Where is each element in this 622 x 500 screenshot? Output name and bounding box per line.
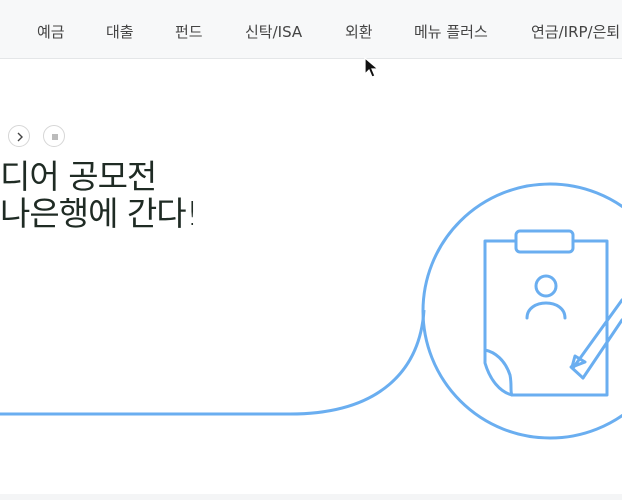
- stop-icon: [52, 134, 58, 140]
- stop-slide-button[interactable]: [43, 125, 65, 147]
- nav-item-trust-isa[interactable]: 신탁/ISA: [245, 21, 302, 42]
- bottom-divider: [0, 494, 622, 500]
- nav-item-pension[interactable]: 연금/IRP/은퇴: [531, 21, 620, 42]
- nav-item-fund[interactable]: 펀드: [175, 21, 203, 42]
- chevron-right-icon: [17, 132, 23, 142]
- banner-illustration: [0, 182, 622, 440]
- nav-item-forex[interactable]: 외환: [345, 21, 373, 42]
- top-navigation: 예금 대출 펀드 신탁/ISA 외환 메뉴 플러스 연금/IRP/은퇴: [0, 0, 622, 59]
- clipboard-person-pencil-icon: [483, 229, 622, 397]
- next-slide-button[interactable]: [8, 125, 30, 147]
- nav-item-menu-plus[interactable]: 메뉴 플러스: [414, 21, 488, 42]
- nav-item-deposit[interactable]: 예금: [37, 21, 65, 42]
- connector-line: [0, 309, 426, 416]
- nav-item-loan[interactable]: 대출: [106, 21, 134, 42]
- mouse-pointer-icon: [364, 56, 380, 78]
